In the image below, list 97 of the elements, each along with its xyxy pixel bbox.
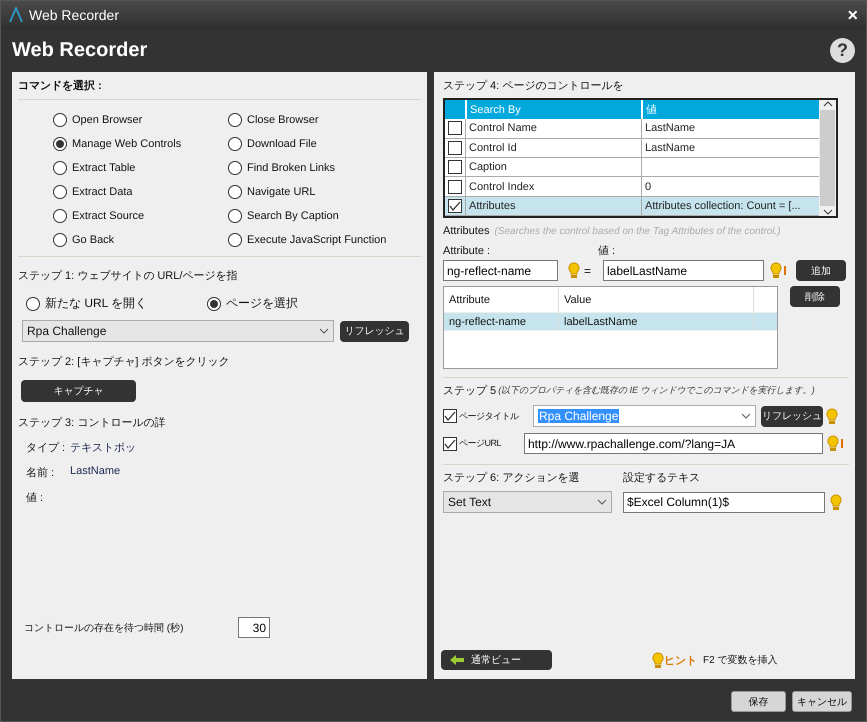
value-field[interactable]: labelLastName <box>603 260 764 281</box>
detail-value: テキストボッ <box>70 441 137 455</box>
radio-option[interactable]: Close Browser <box>228 111 421 128</box>
dropdown-caret-icon <box>741 413 751 419</box>
hint-text: F2 で変数を挿入 <box>703 654 778 667</box>
radio-option[interactable]: Extract Table <box>53 159 228 176</box>
window-title: Web Recorder <box>29 7 120 23</box>
action-select[interactable]: Set Text <box>443 491 612 513</box>
table-cell: ng-reflect-name <box>444 313 559 330</box>
wait-time-label: コントロールの存在を待つ時間 (秒) <box>24 622 184 634</box>
page-title: Web Recorder <box>12 39 148 62</box>
radio-option[interactable]: 新たな URL を開く <box>26 295 148 312</box>
step-label: ステップ 1: ウェブサイトの URL/ページを指 <box>18 268 238 283</box>
value-label: 値 : <box>598 244 616 258</box>
text-label: 設定するテキス <box>623 470 700 485</box>
detail-label: 名前 : <box>26 466 56 480</box>
radio-circle[interactable] <box>53 136 67 150</box>
attribute-label: Attribute : <box>443 244 492 256</box>
radio-circle[interactable] <box>53 184 67 198</box>
cancel-button[interactable]: キャンセル <box>792 691 852 712</box>
radio-circle[interactable] <box>228 208 242 222</box>
wait-time-field[interactable]: 30 <box>238 617 270 638</box>
detail-label: タイプ : <box>26 440 66 455</box>
capture-button[interactable]: キャプチャ <box>21 380 136 402</box>
checkbox[interactable] <box>448 121 462 136</box>
checkbox[interactable] <box>443 436 457 450</box>
arrow-left-icon <box>449 654 465 666</box>
radio-option[interactable]: Navigate URL <box>228 183 421 200</box>
attributes-hint: (Searches the control based on the Tag Attributes of the control.) <box>494 226 781 236</box>
add-button[interactable]: 追加 <box>796 260 846 281</box>
table-cell: Control Id <box>465 138 641 157</box>
radio-circle[interactable] <box>228 112 242 126</box>
radio-circle[interactable] <box>228 184 242 198</box>
step-label: ステップ 3: コントロールの詳 <box>18 416 166 430</box>
radio-option[interactable]: Extract Data <box>53 183 228 200</box>
radio-circle[interactable] <box>207 296 222 310</box>
help-button[interactable]: ? <box>830 38 855 63</box>
radio-option[interactable]: ページを選択 <box>207 295 298 312</box>
table-cell: labelLastName <box>559 313 754 330</box>
detail-value: LastName <box>70 465 122 479</box>
radio-circle[interactable] <box>53 112 67 126</box>
radio-option[interactable]: Search By Caption <box>228 207 421 224</box>
radio-circle[interactable] <box>228 136 242 150</box>
checkbox[interactable] <box>448 198 462 213</box>
radio-option[interactable]: Extract Source <box>53 207 228 224</box>
scroll-up-icon[interactable] <box>822 100 832 108</box>
checkbox[interactable] <box>448 140 462 155</box>
normal-view-button[interactable]: 通常ビュー <box>441 650 552 670</box>
section-heading: コマンドを選択 : <box>18 78 103 93</box>
radio-circle[interactable] <box>228 160 242 174</box>
page-url-label: ページURL <box>459 437 502 450</box>
attribute-field[interactable]: ng-reflect-name <box>443 260 558 281</box>
radio-circle[interactable] <box>53 232 67 246</box>
checkbox[interactable] <box>448 180 462 194</box>
radio-option[interactable]: Manage Web Controls <box>53 135 228 152</box>
radio-circle[interactable] <box>53 208 67 222</box>
radio-option[interactable]: Find Broken Links <box>228 159 421 176</box>
save-button[interactable]: 保存 <box>731 691 786 712</box>
step-label: ステップ 5 <box>443 384 496 398</box>
scroll-down-icon[interactable] <box>822 208 832 216</box>
app-logo-icon <box>9 7 23 23</box>
step-label: ステップ 6: アクションを選 <box>443 470 580 485</box>
step-label: ステップ 2: [キャプチャ] ボタンをクリック <box>18 354 230 369</box>
column-header: Value <box>559 287 754 312</box>
delete-button[interactable]: 削除 <box>790 286 840 307</box>
dropdown-caret-icon <box>319 328 329 334</box>
table-cell: Caption <box>465 158 641 176</box>
page-select[interactable]: Rpa Challenge <box>22 320 334 342</box>
hint-label: ヒント <box>664 654 697 668</box>
radio-circle[interactable] <box>26 296 40 310</box>
radio-option[interactable]: Download File <box>228 135 421 152</box>
scrollbar[interactable] <box>819 100 836 216</box>
radio-circle[interactable] <box>228 232 242 246</box>
attributes-label: Attributes <box>443 225 490 237</box>
checkbox[interactable] <box>443 409 457 423</box>
step-note: (以下のプロパティを含む既存の IE ウィンドウでこのコマンドを実行します。) <box>498 384 815 397</box>
dropdown-caret-icon <box>597 499 607 505</box>
column-header: Attribute <box>444 287 559 312</box>
close-button[interactable]: × <box>847 4 858 26</box>
radio-option[interactable]: Open Browser <box>53 111 228 128</box>
page-title-label: ページタイトル <box>459 410 520 422</box>
lightbulb-icon <box>652 652 664 668</box>
table-cell: Attributes <box>465 196 641 216</box>
radio-option[interactable]: Execute JavaScript Function <box>228 231 421 248</box>
page-url-field[interactable]: http://www.rpachallenge.com/?lang=JA <box>524 433 823 454</box>
step-label: ステップ 4: ページのコントロールを <box>443 78 624 93</box>
detail-label: 値 : <box>26 491 44 505</box>
table-cell: Control Name <box>465 119 641 138</box>
radio-circle[interactable] <box>53 160 67 174</box>
text-field[interactable]: $Excel Column(1)$ <box>623 492 825 512</box>
lightbulb-icon <box>568 262 580 279</box>
table-cell: Control Index <box>465 177 641 196</box>
radio-option[interactable]: Go Back <box>53 231 228 248</box>
refresh-button[interactable]: リフレッシュ <box>761 406 823 426</box>
equals-sign: = <box>584 264 592 278</box>
refresh-button[interactable]: リフレッシュ <box>340 320 409 342</box>
checkbox[interactable] <box>448 160 462 174</box>
